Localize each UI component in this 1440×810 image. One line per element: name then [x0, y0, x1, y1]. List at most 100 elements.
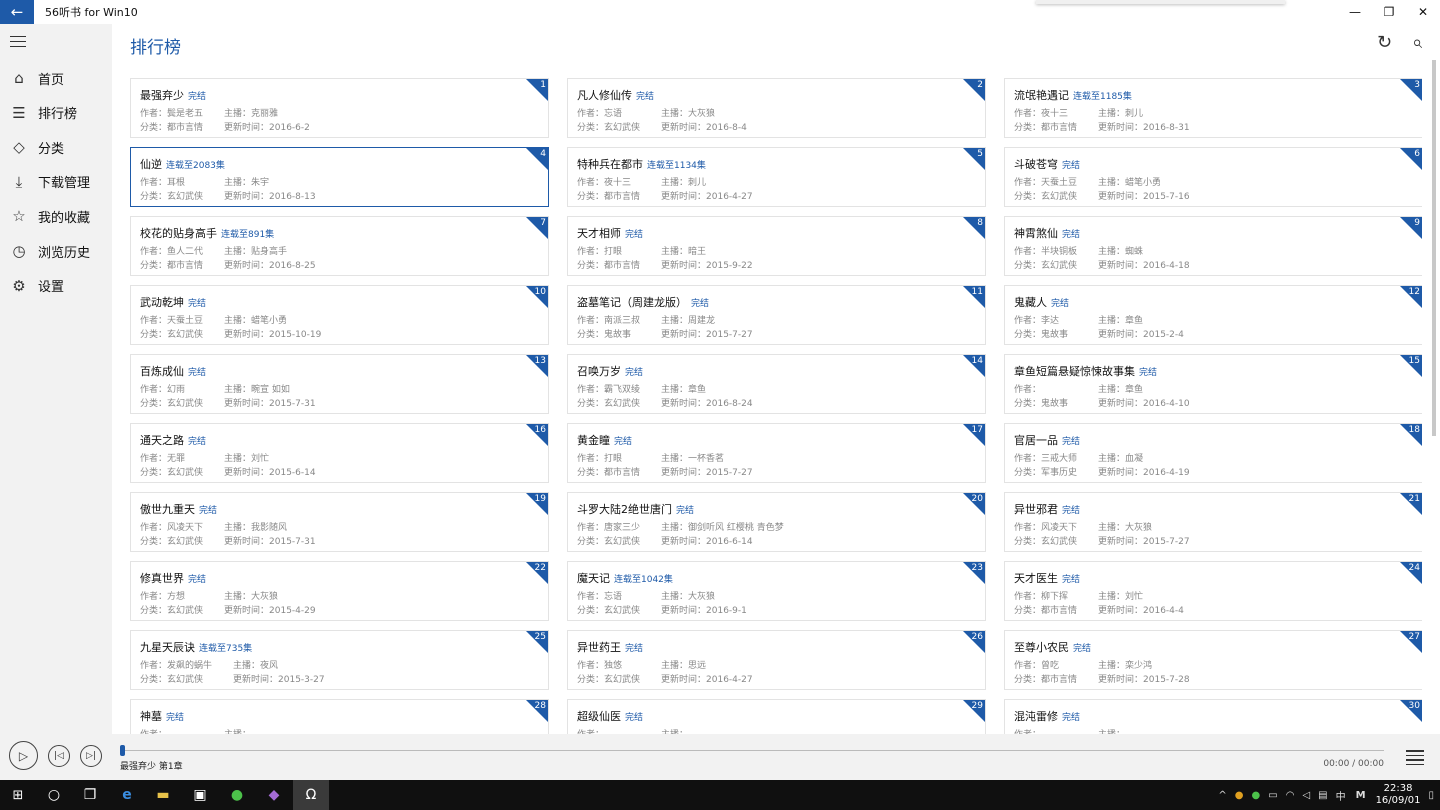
ranking-card[interactable]: 魔天记 连载至1042集 作者：忘语 主播：大灰狼 分类：玄幻武侠 更新时间：2016-9…: [567, 561, 986, 621]
task-view-button[interactable]: ❐: [72, 780, 108, 810]
ranking-card[interactable]: 黄金瞳 完结 作者：打眼 主播：一杯香茗 分类：都市言情 更新时间：2015-7-27 17: [567, 423, 986, 483]
ranking-card[interactable]: 召唤万岁 完结 作者：霸飞双绫 主播：章鱼 分类：玄幻武侠 更新时间：2016-8-24 1…: [567, 354, 986, 414]
file-explorer-button[interactable]: ▬: [145, 780, 181, 810]
playlist-icon[interactable]: [1406, 750, 1424, 768]
network-icon[interactable]: ◠: [1286, 790, 1295, 801]
updated-label: 更新时间：: [1098, 468, 1144, 478]
updated-label: 更新时间：: [233, 675, 279, 685]
sidebar-item-6[interactable]: ⚙ 设置: [0, 272, 112, 300]
ranking-card[interactable]: 最强弃少 完结 作者：鬓是老五 主播：克丽雅 分类：都市言情 更新时间：2016-6-2 1: [130, 78, 549, 138]
category-value: 玄幻武侠: [604, 537, 641, 547]
sidebar-item-0[interactable]: ⌂ 首页: [0, 64, 112, 92]
hamburger-menu-icon[interactable]: [10, 36, 26, 48]
ranking-card[interactable]: 异世药王 完结 作者：独悠 主播：思远 分类：玄幻武侠 更新时间：2016-4-27 26: [567, 630, 986, 690]
next-button[interactable]: ▷|: [80, 745, 102, 767]
play-button[interactable]: ▷: [9, 741, 38, 770]
updated-value: 2016-4-27: [706, 192, 753, 202]
back-button[interactable]: ←: [0, 0, 34, 24]
ranking-card[interactable]: 百炼成仙 完结 作者：幻雨 主播：畹宣 如如 分类：玄幻武侠 更新时间：2015-7-31…: [130, 354, 549, 414]
ranking-card[interactable]: 盗墓笔记（周建龙版） 完结 作者：南派三叔 主播：周建龙 分类：鬼故事 更新时间：2015…: [567, 285, 986, 345]
volume-icon[interactable]: ◁: [1302, 790, 1310, 801]
ranking-card[interactable]: 至尊小农民 完结 作者：曾吃 主播：栾少鸿 分类：都市言情 更新时间：2015-7-28 2…: [1004, 630, 1422, 690]
chevron-up-icon[interactable]: ^: [1218, 790, 1226, 801]
edge-button[interactable]: e: [109, 780, 145, 810]
updated-value: 2016-4-18: [1143, 261, 1190, 271]
previous-button[interactable]: |◁: [48, 745, 70, 767]
ranking-card[interactable]: 鬼藏人 完结 作者：李达 主播：章鱼 分类：鬼故事 更新时间：2015-2-4 12: [1004, 285, 1422, 345]
visual-studio-button[interactable]: ◆: [256, 780, 292, 810]
updated-value: 2015-9-22: [706, 261, 753, 271]
battery-icon[interactable]: ▭: [1268, 790, 1277, 801]
category-line: 分类：鬼故事: [577, 327, 631, 340]
ranking-card[interactable]: 通天之路 完结 作者：无罪 主播：刘忙 分类：玄幻武侠 更新时间：2015-6-14 16: [130, 423, 549, 483]
updated-label: 更新时间：: [224, 468, 270, 478]
sidebar-item-4[interactable]: ☆ 我的收藏: [0, 202, 112, 230]
book-title-text: 武动乾坤: [140, 296, 184, 309]
tray-app2-icon[interactable]: ●: [1252, 790, 1261, 801]
progress-track[interactable]: [122, 750, 1384, 751]
sidebar-item-1[interactable]: ☰ 排行榜: [0, 99, 112, 127]
ranking-card[interactable]: 特种兵在都市 连载至1134集 作者：夜十三 主播：刺儿 分类：都市言情 更新时间：201…: [567, 147, 986, 207]
clock[interactable]: 22:38 16/09/01: [1376, 783, 1421, 807]
updated-line: 更新时间：2016-8-4: [661, 120, 747, 133]
progress-thumb[interactable]: [120, 745, 125, 756]
sidebar-item-5[interactable]: ◷ 浏览历史: [0, 237, 112, 265]
ranking-card[interactable]: 凡人修仙传 完结 作者：忘语 主播：大灰狼 分类：玄幻武侠 更新时间：2016-8-4 2: [567, 78, 986, 138]
ranking-card[interactable]: 斗破苍穹 完结 作者：天蚕土豆 主播：蜡笔小勇 分类：玄幻武侠 更新时间：2015-7-1…: [1004, 147, 1422, 207]
ranking-card[interactable]: 武动乾坤 完结 作者：天蚕土豆 主播：蜡笔小勇 分类：玄幻武侠 更新时间：2015-10-…: [130, 285, 549, 345]
updated-line: 更新时间：2016-4-19: [1098, 465, 1190, 478]
category-value: 玄幻武侠: [604, 123, 641, 133]
book-title: 天才医生 完结: [1014, 570, 1080, 586]
category-value: 鬼故事: [604, 330, 632, 340]
minimize-button[interactable]: —: [1338, 0, 1372, 24]
ranking-card[interactable]: 斗罗大陆2绝世唐门 完结 作者：唐家三少 主播：御剑听风 红樱桃 青色梦 分类：玄幻武侠…: [567, 492, 986, 552]
ranking-card[interactable]: 章鱼短篇悬疑惊悚故事集 完结 作者： 主播：章鱼 分类：鬼故事 更新时间：2016-4-1…: [1004, 354, 1422, 414]
sidebar-item-2[interactable]: ◇ 分类: [0, 133, 112, 161]
tingshu-app-button[interactable]: Ω: [293, 780, 329, 810]
rank-number: 8: [977, 218, 983, 228]
status-badge: 完结: [625, 644, 644, 654]
ranking-card[interactable]: 超级仙医完结作者：主播：分类：更新时间：29: [567, 699, 986, 734]
ranking-card[interactable]: 神霄煞仙 完结 作者：半块铜板 主播：蜘蛛 分类：玄幻武侠 更新时间：2016-4-18 9: [1004, 216, 1422, 276]
ranking-card[interactable]: 仙逆 连载至2083集 作者：耳根 主播：朱宇 分类：玄幻武侠 更新时间：2016-8-1…: [130, 147, 549, 207]
book-title-text: 校花的贴身高手: [140, 227, 217, 240]
book-title: 特种兵在都市 连载至1134集: [577, 156, 706, 172]
app-green-button[interactable]: ●: [219, 780, 255, 810]
search-icon[interactable]: ⌕: [1412, 32, 1422, 53]
updated-value: 2016-9-1: [706, 606, 747, 616]
ranking-card[interactable]: 异世邪君 完结 作者：风凌天下 主播：大灰狼 分类：玄幻武侠 更新时间：2015-7-27…: [1004, 492, 1422, 552]
status-badge: 完结: [188, 437, 207, 447]
ime-indicator[interactable]: M: [1356, 790, 1366, 801]
updated-line: 更新时间：2016-4-4: [1098, 603, 1184, 616]
maximize-button[interactable]: ❐: [1372, 0, 1406, 24]
narrator-value: 章鱼: [1125, 316, 1144, 326]
updated-line: 更新时间：2016-4-27: [661, 672, 753, 685]
ranking-card[interactable]: 官居一品 完结 作者：三戒大师 主播：血凝 分类：军事历史 更新时间：2016-4-19 1…: [1004, 423, 1422, 483]
status-badge: 完结: [1051, 299, 1070, 309]
ranking-card[interactable]: 校花的贴身高手 连载至891集 作者：鱼人二代 主播：贴身高手 分类：都市言情 更新时间：…: [130, 216, 549, 276]
book-title: 斗破苍穹 完结: [1014, 156, 1080, 172]
scrollbar[interactable]: [1432, 60, 1436, 436]
notifications-icon[interactable]: ▯: [1428, 790, 1434, 801]
language-indicator[interactable]: 中: [1336, 788, 1346, 803]
ranking-card[interactable]: 傲世九重天 完结 作者：风凌天下 主播：我影随风 分类：玄幻武侠 更新时间：2015-7-…: [130, 492, 549, 552]
search-button[interactable]: ○: [36, 780, 72, 810]
close-button[interactable]: ✕: [1406, 0, 1440, 24]
keyboard-icon[interactable]: ▤: [1318, 790, 1327, 801]
ranking-card[interactable]: 神墓完结作者：主播：分类：更新时间：28: [130, 699, 549, 734]
updated-line: 更新时间：2015-7-27: [661, 327, 753, 340]
sidebar-item-3[interactable]: ⤓ 下载管理: [0, 168, 112, 196]
ranking-card[interactable]: 混沌雷修完结作者：主播：分类：更新时间：30: [1004, 699, 1422, 734]
ranking-card[interactable]: 修真世界 完结 作者：方想 主播：大灰狼 分类：玄幻武侠 更新时间：2015-4-29 22: [130, 561, 549, 621]
ranking-card[interactable]: 流氓艳遇记 连载至1185集 作者：夜十三 主播：刺儿 分类：都市言情 更新时间：2016…: [1004, 78, 1422, 138]
ranking-card[interactable]: 九星天辰诀 连载至735集 作者：发飙的蜗牛 主播：夜风 分类：玄幻武侠 更新时间：201…: [130, 630, 549, 690]
start-button[interactable]: ⊞: [0, 780, 36, 810]
ranking-card[interactable]: 天才医生 完结 作者：柳下挥 主播：刘忙 分类：都市言情 更新时间：2016-4-4 24: [1004, 561, 1422, 621]
tray-app-icon[interactable]: ●: [1235, 790, 1244, 801]
narrator-label: 主播：: [661, 661, 689, 671]
book-title: 召唤万岁 完结: [577, 363, 643, 379]
narrator-value: 蜡笔小勇: [1125, 178, 1162, 188]
store-button[interactable]: ▣: [182, 780, 218, 810]
refresh-icon[interactable]: ↻: [1377, 32, 1392, 53]
ranking-card[interactable]: 天才相师 完结 作者：打眼 主播：暗王 分类：都市言情 更新时间：2015-9-22 8: [567, 216, 986, 276]
